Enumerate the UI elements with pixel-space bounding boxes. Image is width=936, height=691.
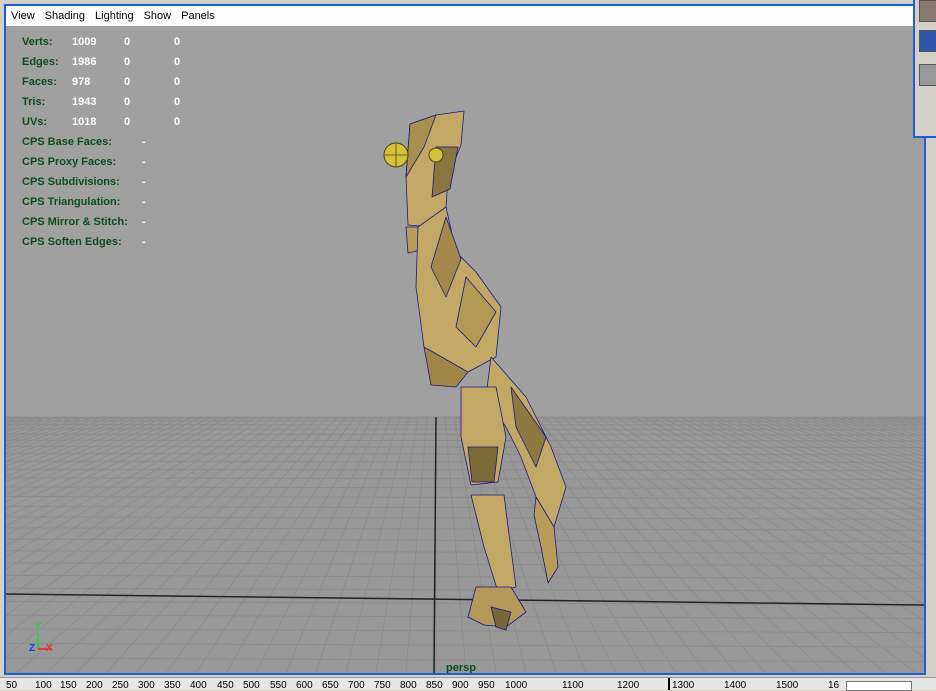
hud-cps-row: CPS Mirror & Stitch:- <box>22 212 180 232</box>
timeline-tick-label: 150 <box>60 680 77 691</box>
timeline-tick-label: 400 <box>190 680 207 691</box>
timeline-tick-label: 250 <box>112 680 129 691</box>
timeline-tick-label: 1400 <box>724 680 746 691</box>
hud-stat-uv: 0 <box>174 116 180 128</box>
axis-y-label: Y <box>35 621 42 632</box>
scrollbar-track[interactable] <box>926 480 936 675</box>
menu-lighting[interactable]: Lighting <box>90 10 139 22</box>
timeline-tick-label: 500 <box>243 680 260 691</box>
timeline-tick-label: 600 <box>296 680 313 691</box>
camera-name-label: persp <box>446 662 476 673</box>
hud-stat-label: UVs: <box>22 116 72 128</box>
axis-icon: Y Z X <box>26 625 66 665</box>
hud-stat-row: Edges:198600 <box>22 52 180 72</box>
hud-cps-row: CPS Triangulation:- <box>22 192 180 212</box>
poly-count-hud: Verts:100900Edges:198600Faces:97800Tris:… <box>22 32 180 252</box>
viewport-panel: View Shading Lighting Show Panels <box>4 4 926 675</box>
hud-cps-row: CPS Base Faces:- <box>22 132 180 152</box>
perspective-viewport[interactable]: Verts:100900Edges:198600Faces:97800Tris:… <box>6 27 924 673</box>
timeline-tick-label: 850 <box>426 680 443 691</box>
timeline-tick-label: 200 <box>86 680 103 691</box>
timeline-tick-label: 900 <box>452 680 469 691</box>
hud-stat-selected: 0 <box>124 56 174 68</box>
current-time-field[interactable] <box>846 681 912 691</box>
hud-cps-value: - <box>142 216 146 228</box>
hud-cps-label: CPS Triangulation: <box>22 196 142 208</box>
hud-cps-row: CPS Proxy Faces:- <box>22 152 180 172</box>
hud-cps-label: CPS Subdivisions: <box>22 176 142 188</box>
hud-stat-label: Edges: <box>22 56 72 68</box>
hud-stat-label: Verts: <box>22 36 72 48</box>
hud-cps-value: - <box>142 196 146 208</box>
hud-stat-row: Tris:194300 <box>22 92 180 112</box>
panel-menubar: View Shading Lighting Show Panels <box>6 6 924 27</box>
timeline-tick-label: 700 <box>348 680 365 691</box>
hud-stat-selected: 0 <box>124 36 174 48</box>
current-time-marker[interactable] <box>668 678 670 690</box>
hud-stat-selected: 0 <box>124 96 174 108</box>
timeline-tick-label: 1500 <box>776 680 798 691</box>
tool-icon[interactable] <box>919 64 936 86</box>
axis-x-label: X <box>46 643 53 654</box>
timeline-tick-label: 800 <box>400 680 417 691</box>
hud-stat-selected: 0 <box>124 116 174 128</box>
hud-cps-value: - <box>142 236 146 248</box>
menu-panels[interactable]: Panels <box>176 10 220 22</box>
side-toolbar <box>913 0 936 138</box>
timeline-tick-label: 550 <box>270 680 287 691</box>
hud-cps-row: CPS Soften Edges:- <box>22 232 180 252</box>
timeline-tick-label: 100 <box>35 680 52 691</box>
timeline-tick-label: 300 <box>138 680 155 691</box>
tool-icon[interactable] <box>919 30 936 52</box>
hud-stat-value: 1986 <box>72 56 124 68</box>
hud-stat-uv: 0 <box>174 56 180 68</box>
timeline-tick-label: 650 <box>322 680 339 691</box>
axis-z-label: Z <box>29 643 35 654</box>
menu-shading[interactable]: Shading <box>40 10 90 22</box>
timeline-tick-label: 50 <box>6 680 17 691</box>
hud-cps-label: CPS Mirror & Stitch: <box>22 216 142 228</box>
timeline-tick-label: 1200 <box>617 680 639 691</box>
time-slider[interactable]: 50 100 150 200 250 300 350 400 450 500 550 600 650 70… <box>0 677 936 690</box>
hud-stat-value: 978 <box>72 76 124 88</box>
hud-cps-row: CPS Subdivisions:- <box>22 172 180 192</box>
hud-stat-label: Faces: <box>22 76 72 88</box>
tool-icon[interactable] <box>919 0 936 22</box>
menu-view[interactable]: View <box>6 10 40 22</box>
hud-stat-value: 1943 <box>72 96 124 108</box>
hud-stat-selected: 0 <box>124 76 174 88</box>
hud-stat-uv: 0 <box>174 36 180 48</box>
timeline-tick-label: 350 <box>164 680 181 691</box>
hud-stat-value: 1009 <box>72 36 124 48</box>
timeline-tick-label: 1000 <box>505 680 527 691</box>
hud-cps-label: CPS Proxy Faces: <box>22 156 142 168</box>
hud-stat-label: Tris: <box>22 96 72 108</box>
timeline-tick-label: 16 <box>828 680 839 691</box>
timeline-tick-label: 450 <box>217 680 234 691</box>
hud-cps-label: CPS Soften Edges: <box>22 236 142 248</box>
hud-stat-row: Faces:97800 <box>22 72 180 92</box>
timeline-tick-label: 1100 <box>562 680 584 691</box>
hud-stat-uv: 0 <box>174 76 180 88</box>
hud-stat-row: UVs:101800 <box>22 112 180 132</box>
hud-cps-value: - <box>142 176 146 188</box>
hud-cps-value: - <box>142 156 146 168</box>
hud-stat-row: Verts:100900 <box>22 32 180 52</box>
hud-stat-value: 1018 <box>72 116 124 128</box>
hud-cps-value: - <box>142 136 146 148</box>
timeline-tick-label: 750 <box>374 680 391 691</box>
menu-show[interactable]: Show <box>139 10 177 22</box>
hud-stat-uv: 0 <box>174 96 180 108</box>
timeline-tick-label: 1300 <box>672 680 694 691</box>
hud-cps-label: CPS Base Faces: <box>22 136 142 148</box>
timeline-tick-label: 950 <box>478 680 495 691</box>
